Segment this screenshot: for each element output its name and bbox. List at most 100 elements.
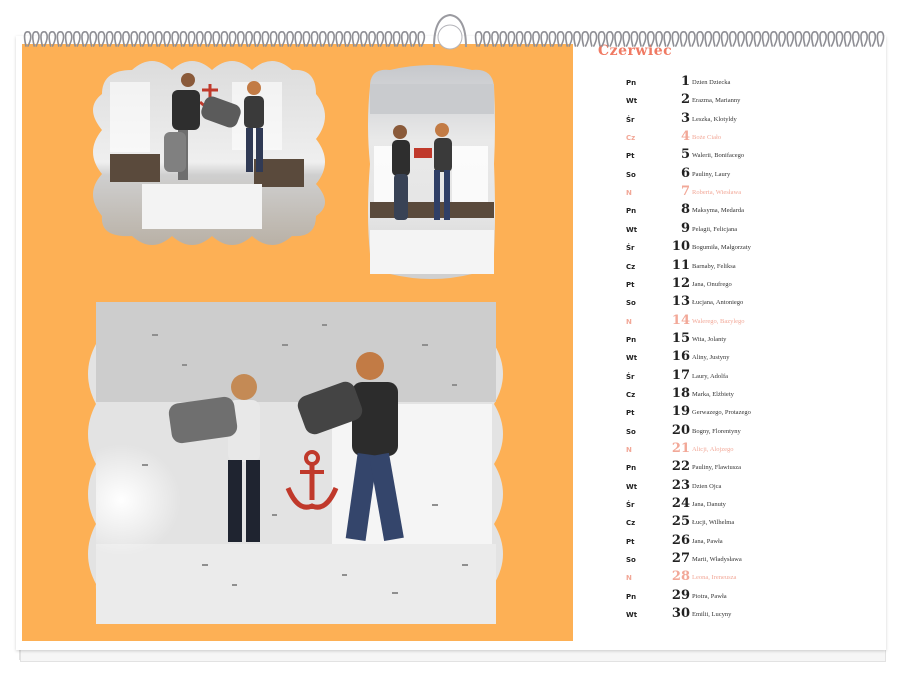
name-day: Aliny, Justyny — [692, 354, 730, 362]
day-row: Wt 9 Pelagii, Felicjana — [574, 221, 886, 239]
day-number: 4 — [680, 129, 690, 145]
day-number: 24 — [671, 496, 690, 512]
day-row: Śr 10 Bogumiła, Małgorzaty — [574, 239, 886, 257]
day-number: 6 — [680, 165, 690, 181]
name-day: Marii, Władysława — [692, 556, 742, 564]
name-day: Wita, Jolanty — [692, 335, 727, 343]
day-number: 19 — [671, 404, 690, 420]
day-of-week: So — [626, 427, 636, 436]
photo-collage — [88, 61, 503, 624]
day-row: Pt 26 Jana, Pawła — [574, 533, 886, 551]
day-of-week: So — [626, 556, 636, 565]
day-of-week: Wt — [626, 225, 638, 234]
name-day: Piotra, Pawła — [692, 592, 727, 600]
name-day: Bogny, Florentyny — [692, 427, 741, 435]
day-number: 2 — [680, 92, 690, 108]
day-number: 30 — [671, 606, 690, 622]
day-of-week: Wt — [626, 482, 638, 491]
day-number: 25 — [671, 514, 690, 530]
day-number: 13 — [671, 294, 690, 310]
day-number: 8 — [680, 202, 690, 218]
name-day: Pauliny, Flawiusza — [692, 464, 742, 472]
day-number: 14 — [671, 312, 690, 328]
name-day: Maksyma, Medarda — [692, 207, 744, 215]
day-row: N 7 Roberta, Wiesława — [574, 184, 886, 202]
name-day: Łucji, Wilhelma — [692, 519, 735, 527]
day-of-week: Cz — [626, 262, 636, 271]
day-row: Pn 22 Pauliny, Flawiusza — [574, 459, 886, 477]
name-day: Marka, Elżbiety — [692, 390, 734, 398]
day-of-week: Śr — [626, 372, 635, 381]
day-row: Cz 4 Boże Ciało — [574, 129, 886, 147]
name-day: Leszka, Klotyldy — [692, 115, 737, 123]
day-number: 28 — [671, 569, 690, 585]
name-day: Laury, Adolfa — [692, 372, 729, 380]
day-number: 16 — [671, 349, 690, 365]
day-number: 18 — [671, 385, 690, 401]
day-row: N 21 Alicji, Alojzego — [574, 441, 886, 459]
name-day: Leona, Ireneusza — [692, 574, 737, 582]
day-of-week: Cz — [626, 134, 636, 143]
day-of-week: Śr — [626, 244, 635, 253]
day-number: 29 — [671, 587, 690, 603]
day-of-week: So — [626, 170, 636, 179]
day-row: Wt 23 Dzien Ojca — [574, 478, 886, 496]
day-row: So 13 Łucjana, Antoniego — [574, 294, 886, 312]
day-row: Pn 1 Dzien Dziecka — [574, 74, 886, 92]
day-of-week: Wt — [626, 354, 638, 363]
day-of-week: Pt — [626, 537, 635, 546]
day-row: Wt 16 Aliny, Justyny — [574, 349, 886, 367]
day-of-week: N — [626, 317, 632, 326]
day-of-week: Cz — [626, 519, 636, 528]
name-day: Bogumiła, Małgorzaty — [692, 244, 751, 252]
photo-1 — [93, 61, 325, 245]
day-of-week: Pn — [626, 79, 637, 87]
day-number: 1 — [680, 74, 690, 89]
day-of-week: Pn — [626, 207, 637, 216]
name-day: Walerego, Bazylego — [692, 317, 745, 325]
day-number: 12 — [671, 275, 690, 291]
day-of-week: So — [626, 299, 636, 308]
day-row: Wt 30 Emilii, Lucyny — [574, 606, 886, 624]
name-day: Jana, Onufrego — [692, 280, 732, 288]
day-row: Pt 12 Jana, Onufrego — [574, 276, 886, 294]
day-of-week: Śr — [626, 115, 635, 124]
day-row: So 6 Pauliny, Laury — [574, 166, 886, 184]
day-number: 7 — [680, 184, 690, 200]
name-day: Dzien Dziecka — [692, 79, 731, 86]
name-day: Pelagii, Felicjana — [692, 225, 738, 233]
day-of-week: Pt — [626, 409, 635, 418]
day-row: N 28 Leona, Ireneusza — [574, 569, 886, 587]
day-of-week: Pt — [626, 152, 635, 161]
name-day: Roberta, Wiesława — [692, 189, 742, 197]
day-of-week: Pn — [626, 464, 637, 473]
day-row: N 14 Walerego, Bazylego — [574, 313, 886, 331]
photo-panel — [22, 44, 573, 641]
name-day: Jana, Danuty — [692, 501, 726, 509]
day-number: 15 — [671, 330, 690, 346]
day-row: Pt 5 Walerii, Bonifacego — [574, 147, 886, 165]
day-of-week: Pn — [626, 335, 637, 344]
name-day: Emilii, Lucyny — [692, 611, 732, 619]
day-number: 20 — [671, 422, 690, 438]
day-number: 21 — [671, 441, 690, 456]
day-number: 23 — [671, 477, 690, 493]
name-day: Walerii, Bonifacego — [692, 152, 745, 160]
day-row: Cz 18 Marka, Elżbiety — [574, 386, 886, 404]
day-of-week: N — [626, 446, 632, 454]
name-day: Erazma, Marianny — [692, 97, 741, 105]
day-number: 27 — [671, 551, 690, 567]
name-day: Boże Ciało — [692, 134, 722, 142]
hanger-icon — [433, 13, 467, 50]
day-number: 11 — [671, 257, 690, 273]
day-of-week: Pn — [626, 592, 637, 601]
day-of-week: Śr — [626, 501, 635, 510]
day-number: 17 — [671, 367, 690, 383]
photo-3 — [88, 302, 503, 624]
day-of-week: Wt — [626, 611, 638, 620]
day-row: Śr 3 Leszka, Klotyldy — [574, 111, 886, 129]
name-day: Łucjana, Antoniego — [692, 299, 744, 307]
day-row: So 27 Marii, Władysława — [574, 551, 886, 569]
day-of-week: N — [626, 189, 632, 198]
day-number: 9 — [680, 220, 690, 236]
